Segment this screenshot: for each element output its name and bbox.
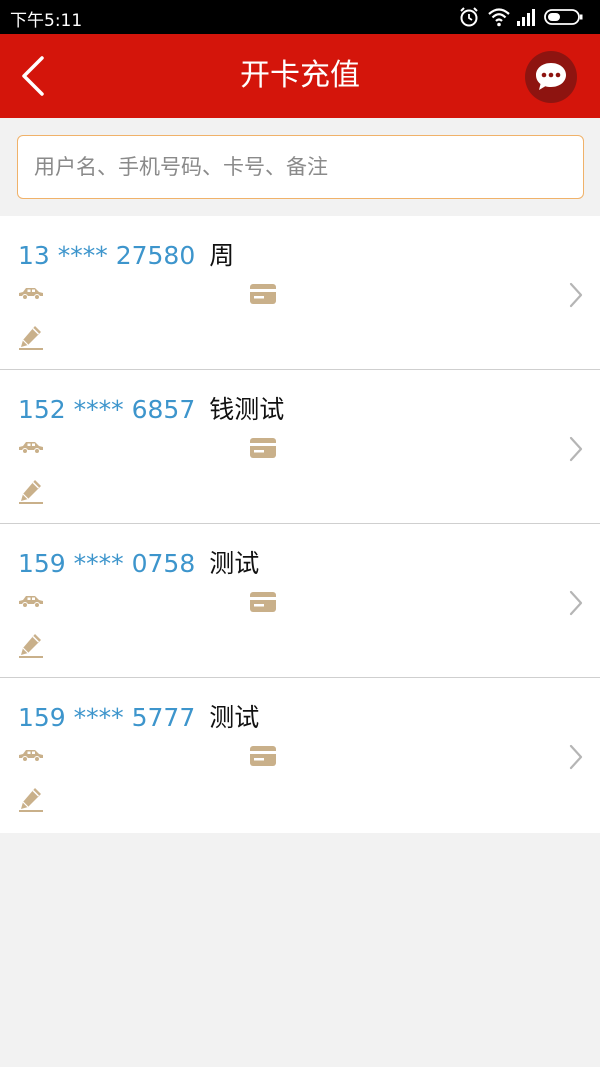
card-line: 13 **** 27580 周 [18,236,234,270]
search-bar [0,118,600,216]
card-owner-name: 钱测试 [209,395,285,424]
car-icon [19,596,43,608]
chevron-right-icon [569,436,583,462]
card-icon [250,438,276,458]
battery-icon [544,9,583,25]
wifi-icon [488,8,510,27]
card-number: 159 **** 0758 [18,549,196,578]
card-number: 159 **** 5777 [18,703,196,732]
car-icon [19,288,43,300]
edit-icon [19,326,43,350]
card-icon [250,284,276,304]
card-owner-name: 测试 [209,703,260,732]
chevron-right-icon [569,744,583,770]
search-input[interactable] [17,135,584,199]
alarm-icon [460,7,478,27]
edit-icon [19,634,43,658]
message-button[interactable] [525,51,577,103]
list-item[interactable]: 159 **** 0758 测试 [0,524,600,678]
list-item[interactable]: 159 **** 5777 测试 [0,678,600,833]
card-line: 159 **** 0758 测试 [18,544,259,578]
card-owner-name: 周 [209,241,235,270]
edit-icon [19,788,43,812]
list-item[interactable]: 152 **** 6857 钱测试 [0,370,600,524]
edit-icon [19,480,43,504]
card-number: 152 **** 6857 [18,395,196,424]
card-number: 13 **** 27580 [18,241,196,270]
status-bar: 下午5:11 [0,0,600,34]
card-icon [250,746,276,766]
car-icon [19,750,43,762]
back-chevron-icon [22,56,44,96]
page-title: 开卡充值 [240,58,360,93]
back-button[interactable] [14,54,54,98]
card-owner-name: 测试 [209,549,260,578]
card-line: 152 **** 6857 钱测试 [18,390,284,424]
list-item[interactable]: 13 **** 27580 周 [0,216,600,370]
card-icon [250,592,276,612]
card-line: 159 **** 5777 测试 [18,698,259,732]
chevron-right-icon [569,282,583,308]
chevron-right-icon [569,590,583,616]
car-icon [19,442,43,454]
chat-bubble-icon [536,63,566,90]
status-time: 下午5:11 [10,11,83,31]
signal-icon [517,9,535,26]
nav-bar: 开卡充值 [0,34,600,118]
card-list: 13 **** 27580 周 152 **** 6857 钱测试 159 **… [0,216,600,833]
